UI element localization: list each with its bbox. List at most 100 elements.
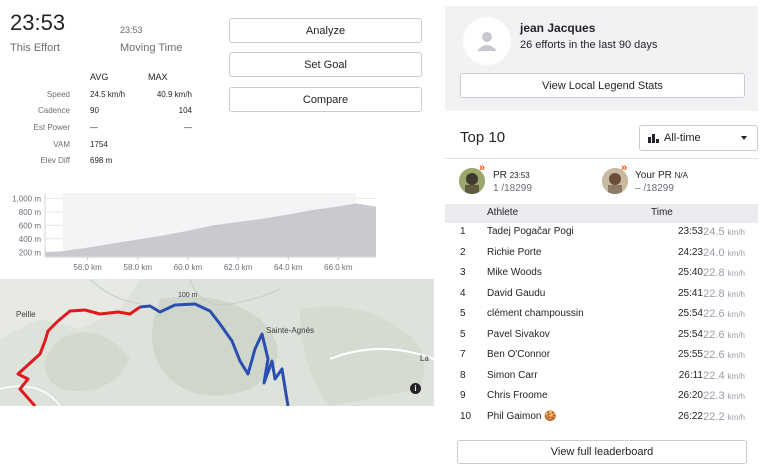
set-goal-button[interactable]: Set Goal — [229, 52, 422, 77]
speed-cell: 24.0 km/h — [703, 247, 745, 259]
time-cell: 26:22 — [677, 410, 703, 422]
speed-value: 22.6 — [703, 349, 725, 361]
speed-cell: 22.4 km/h — [703, 370, 745, 382]
table-row[interactable]: 10 Phil Gaimon 🍪 26:22 22.2 km/h — [445, 407, 758, 427]
segment-map[interactable]: Peille Sainte-Agnès 100 m La — [0, 279, 434, 406]
stat-avg: 24.5 km/h — [90, 90, 126, 99]
speed-unit: km/h — [727, 310, 745, 319]
stat-avg: 1754 — [90, 140, 108, 149]
y-tick-label: 1,000 m — [12, 194, 41, 203]
table-row[interactable]: 5 clément champoussin 25:54 22.6 km/h — [445, 304, 758, 324]
rank-cell: 9 — [460, 390, 466, 401]
athlete-name-link[interactable]: Chris Froome — [487, 390, 548, 401]
athlete-name-link[interactable]: Richie Porte — [487, 247, 541, 258]
rank-cell: 2 — [460, 246, 466, 258]
rank-cell: 5 — [460, 328, 466, 340]
table-row[interactable]: 1 Tadej Pogačar Pogi 23:53 24.5 km/h — [445, 222, 758, 242]
time-cell: 25:55 — [677, 349, 703, 360]
athlete-name-link[interactable]: Phil Gaimon 🍪 — [487, 411, 557, 422]
speed-value: 22.6 — [703, 328, 725, 341]
table-row[interactable]: 4 David Gaudu 25:41 22.8 km/h — [445, 284, 758, 304]
time-cell: 24:23 — [677, 246, 703, 258]
table-row[interactable]: 9 Chris Froome 26:20 22.3 km/h — [445, 386, 758, 406]
table-row[interactable]: 3 Mike Woods 25:40 22.8 km/h — [445, 263, 758, 283]
pr-rank-value: 1 — [493, 183, 499, 194]
speed-unit: km/h — [727, 269, 745, 278]
stat-label: Elev Diff — [40, 156, 70, 165]
effort-time: 23:53 — [10, 10, 66, 35]
table-row[interactable]: 5 Pavel Sivakov 25:54 22.6 km/h — [445, 325, 758, 345]
speed-value: 24.5 — [703, 226, 725, 238]
stat-label: Est Power — [33, 123, 70, 132]
time-cell: 26:20 — [677, 390, 703, 401]
rank-cell: 10 — [460, 410, 472, 422]
speed-cell: 22.2 km/h — [703, 411, 745, 423]
time-column-header: Time — [651, 207, 673, 218]
speed-cell: 22.6 km/h — [703, 329, 745, 341]
moving-time-label: Moving Time — [120, 42, 183, 54]
stat-avg: 90 — [90, 106, 99, 115]
table-row[interactable]: 2 Richie Porte 24:23 24.0 km/h — [445, 243, 758, 263]
speed-cell: 22.6 km/h — [703, 349, 745, 361]
athlete-name-link[interactable]: Mike Woods — [487, 267, 542, 278]
rank-cell: 3 — [460, 267, 466, 278]
stat-label: Cadence — [37, 106, 70, 115]
table-row[interactable]: 8 Simon Carr 26:11 22.4 km/h — [445, 366, 758, 386]
stat-avg: 698 m — [90, 156, 113, 165]
elevation-chart: 1,000 m 800 m 600 m 400 m 200 m 56.0 km 58.0 k… — [12, 193, 376, 272]
speed-value: 22.4 — [703, 369, 725, 382]
your-pr-title: Your PR N/A — [635, 170, 688, 181]
your-pr-chevron-icon: » — [621, 162, 628, 174]
athlete-name-link[interactable]: Simon Carr — [487, 370, 538, 381]
speed-value: 22.2 — [703, 410, 725, 423]
speed-unit: km/h — [727, 228, 745, 237]
speed-cell: 24.5 km/h — [703, 226, 745, 238]
athlete-name-link[interactable]: Tadej Pogačar Pogi — [487, 226, 574, 237]
time-cell: 26:11 — [678, 369, 703, 381]
your-pr-rank: – /18299 — [635, 183, 674, 194]
rank-cell: 7 — [460, 349, 466, 360]
speed-value: 22.6 — [703, 308, 725, 320]
pr-rank-total: /18299 — [501, 183, 532, 194]
athlete-name-link[interactable]: David Gaudu — [487, 288, 545, 299]
map-terrain — [0, 279, 434, 406]
stat-max: — — [184, 123, 192, 132]
athlete-name-link[interactable]: clément champoussin — [487, 308, 584, 319]
speed-value: 24.0 — [703, 246, 725, 259]
rank-cell: 1 — [460, 226, 466, 237]
leaderboard-title: Top 10 — [460, 129, 506, 146]
analyze-button[interactable]: Analyze — [229, 18, 422, 43]
speed-cell: 22.8 km/h — [703, 288, 745, 300]
avatar — [463, 17, 511, 65]
athlete-name-link[interactable]: Pavel Sivakov — [487, 329, 550, 340]
your-pr-rank-total: /18299 — [643, 183, 674, 194]
stat-max: 104 — [178, 106, 192, 115]
x-tick-label: 60.0 km — [174, 263, 203, 272]
table-row[interactable]: 7 Ben O'Connor 25:55 22.6 km/h — [445, 345, 758, 365]
rank-cell: 8 — [460, 369, 466, 381]
athlete-name-link[interactable]: Ben O'Connor — [487, 349, 550, 360]
pr-summary: » PR 23:53 1 /18299 » Your PR N/A – /182… — [445, 158, 758, 205]
compare-button[interactable]: Compare — [229, 87, 422, 112]
info-icon[interactable]: i — [410, 383, 421, 394]
chevron-down-icon — [741, 136, 747, 140]
effort-time-label: This Effort — [10, 42, 60, 54]
speed-cell: 22.8 km/h — [703, 267, 745, 279]
view-local-legend-button[interactable]: View Local Legend Stats — [460, 73, 745, 98]
view-full-leaderboard-button[interactable]: View full leaderboard — [457, 440, 747, 464]
athlete-column-header: Athlete — [487, 207, 519, 218]
time-cell: 25:54 — [677, 308, 703, 319]
x-tick-label: 58.0 km — [124, 263, 153, 272]
max-header: MAX — [148, 72, 168, 82]
rank-cell: 5 — [460, 308, 466, 319]
x-tick-label: 64.0 km — [274, 263, 303, 272]
timeframe-select[interactable]: All-time — [639, 125, 758, 151]
speed-cell: 22.3 km/h — [703, 390, 745, 402]
pr-label: PR — [493, 170, 507, 181]
pr-title: PR 23:53 — [493, 170, 530, 181]
stat-max: 40.9 km/h — [156, 90, 192, 99]
speed-unit: km/h — [727, 412, 745, 422]
time-cell: 25:41 — [677, 287, 703, 299]
speed-value: 22.8 — [703, 287, 725, 300]
map-label-contour: 100 m — [178, 292, 198, 299]
